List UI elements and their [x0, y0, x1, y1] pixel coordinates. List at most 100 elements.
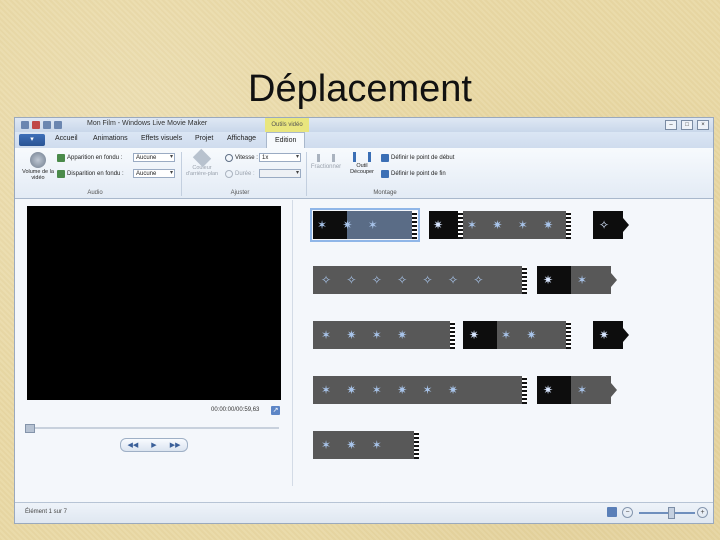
clip-11[interactable]: ✷ — [593, 321, 623, 349]
pane-divider[interactable] — [292, 200, 293, 486]
speaker-icon — [30, 152, 46, 168]
clip-thumbnail: ✧ — [599, 218, 616, 232]
clip-15[interactable]: ✶ ✷ ✶ — [313, 431, 419, 459]
seek-bar[interactable] — [27, 427, 279, 429]
window-title: Mon Film - Windows Live Movie Maker — [87, 120, 208, 127]
tab-animations[interactable]: Animations — [93, 135, 128, 142]
duration-label-row: Durée : — [225, 170, 255, 178]
speed-icon — [225, 154, 233, 162]
clip-7[interactable]: ✶ — [571, 266, 611, 294]
zoom-slider[interactable] — [639, 512, 695, 514]
adjust-group-label: Ajuster — [230, 190, 250, 196]
clip-thumbnail: ✷ — [433, 218, 450, 232]
clip-thumbnail: ✷ — [543, 383, 560, 397]
ribbon-separator — [306, 152, 307, 196]
seek-thumb[interactable] — [25, 424, 35, 433]
clip-thumbnail: ✷ — [469, 328, 486, 342]
end-point-icon — [381, 170, 389, 178]
app-icon[interactable] — [21, 121, 29, 129]
audio-group-label: Audio — [87, 190, 103, 196]
slide-title: Déplacement — [248, 68, 472, 110]
clip-thumbnail: ✶ ✷ ✶ — [321, 438, 388, 452]
set-end-point-button[interactable]: Définir le point de fin — [381, 170, 446, 178]
clip-end-marker — [611, 383, 617, 397]
redo-icon[interactable] — [54, 121, 62, 129]
tab-edition[interactable]: Edition — [266, 132, 306, 148]
timecode: 00:00:00/00:59,63 — [211, 407, 260, 413]
save-icon[interactable] — [32, 121, 40, 129]
duration-select[interactable] — [259, 169, 301, 178]
clip-thumbnail: ✶ ✷ — [501, 328, 543, 342]
fade-in-label-row: Apparition en fondu : — [57, 154, 122, 162]
video-preview[interactable] — [27, 206, 281, 400]
speed-label-row: Vitesse : — [225, 154, 258, 162]
quick-access-toolbar — [21, 121, 62, 129]
zoom-out-icon[interactable]: − — [622, 507, 633, 518]
status-bar: Élément 1 sur 7 − + — [15, 502, 713, 523]
video-volume-button[interactable]: Volume de la vidéo — [21, 152, 55, 181]
zoom-in-icon[interactable]: + — [697, 507, 708, 518]
background-color-button[interactable]: Couleur d'arrière-plan — [183, 148, 221, 177]
thumbnail-size-icon[interactable] — [607, 507, 617, 517]
clip-thumbnail: ✶ — [577, 383, 594, 397]
tab-affichage[interactable]: Affichage — [227, 135, 256, 142]
ribbon-tabs: ▾ Accueil Animations Effets visuels Proj… — [15, 132, 713, 149]
file-menu-button[interactable]: ▾ — [19, 134, 45, 146]
clip-thumbnail: ✶ ✷ ✶ — [317, 218, 384, 232]
close-button[interactable]: × — [697, 120, 709, 130]
clip-end-marker — [623, 218, 629, 232]
maximize-button[interactable]: □ — [681, 120, 693, 130]
title-bar: Mon Film - Windows Live Movie Maker Outi… — [15, 118, 713, 132]
edit-group-label: Montage — [373, 190, 397, 196]
tab-accueil[interactable]: Accueil — [55, 135, 78, 142]
clip-1-selected[interactable]: ✶ ✷ ✶ — [310, 208, 420, 242]
set-start-point-button[interactable]: Définir le point de début — [381, 154, 454, 162]
fade-in-icon — [57, 154, 65, 162]
clip-9[interactable]: ✷ — [463, 321, 497, 349]
ribbon-separator — [181, 152, 182, 196]
fade-out-icon — [57, 170, 65, 178]
clip-thumbnail: ✧ ✧ ✧ ✧ ✧ ✧ ✧ — [321, 273, 490, 287]
clip-8[interactable]: ✶ ✷ ✶ ✷ — [313, 321, 455, 349]
clock-icon — [225, 170, 233, 178]
expand-preview-icon[interactable]: ↗ — [271, 406, 280, 415]
clip-thumbnail: ✷ — [543, 273, 560, 287]
clip-3[interactable]: ✶ ✷ ✶ ✷ — [463, 211, 571, 239]
clip-13[interactable]: ✷ — [537, 376, 571, 404]
clip-5[interactable]: ✧ ✧ ✧ ✧ ✧ ✧ ✧ — [313, 266, 527, 294]
clip-thumbnail: ✶ ✷ ✶ ✷ — [321, 328, 414, 342]
storyboard: ✶ ✷ ✶ ✷ ✶ ✷ ✶ ✷ ✧ ✧ ✧ ✧ ✧ ✧ ✧ ✧ ✷ ✶ ✶ ✷ … — [299, 206, 709, 496]
speed-select[interactable]: 1x — [259, 153, 301, 162]
context-tab-video-tools: Outils vidéo — [265, 118, 309, 132]
undo-icon[interactable] — [43, 121, 51, 129]
movie-maker-window: Mon Film - Windows Live Movie Maker Outi… — [14, 117, 714, 524]
play-button[interactable]: ▶ — [151, 441, 156, 449]
clip-thumbnail: ✶ — [577, 273, 594, 287]
status-text: Élément 1 sur 7 — [25, 509, 68, 515]
clip-6[interactable]: ✷ — [537, 266, 571, 294]
tab-projet[interactable]: Projet — [195, 135, 213, 142]
clip-12[interactable]: ✶ ✷ ✶ ✷ ✶ ✷ — [313, 376, 527, 404]
clip-10[interactable]: ✶ ✷ — [497, 321, 571, 349]
clip-2[interactable]: ✷ — [429, 211, 463, 239]
clip-thumbnail: ✷ — [599, 328, 616, 342]
clip-14[interactable]: ✶ — [571, 376, 611, 404]
trim-icon — [353, 152, 371, 162]
clip-thumbnail: ✶ ✷ ✶ ✷ ✶ ✷ — [321, 383, 464, 397]
fade-out-select[interactable]: Aucune — [133, 169, 175, 178]
trim-tool-button[interactable]: Outil Découper — [345, 152, 379, 175]
clip-end-marker — [611, 273, 617, 287]
clip-thumbnail: ✶ ✷ ✶ ✷ — [467, 218, 560, 232]
split-icon — [317, 154, 335, 162]
split-button[interactable]: Fractionner — [309, 154, 343, 170]
ribbon: Volume de la vidéo Apparition en fondu :… — [15, 148, 713, 199]
clip-4[interactable]: ✧ — [593, 211, 623, 239]
playback-controls: ◀◀ ▶ ▶▶ — [120, 438, 188, 452]
next-frame-button[interactable]: ▶▶ — [170, 441, 181, 449]
fade-in-select[interactable]: Aucune — [133, 153, 175, 162]
previous-frame-button[interactable]: ◀◀ — [128, 441, 139, 449]
minimize-button[interactable]: – — [665, 120, 677, 130]
zoom-slider-thumb[interactable] — [668, 507, 675, 519]
clip-end-marker — [623, 328, 629, 342]
tab-effets-visuels[interactable]: Effets visuels — [141, 135, 182, 142]
